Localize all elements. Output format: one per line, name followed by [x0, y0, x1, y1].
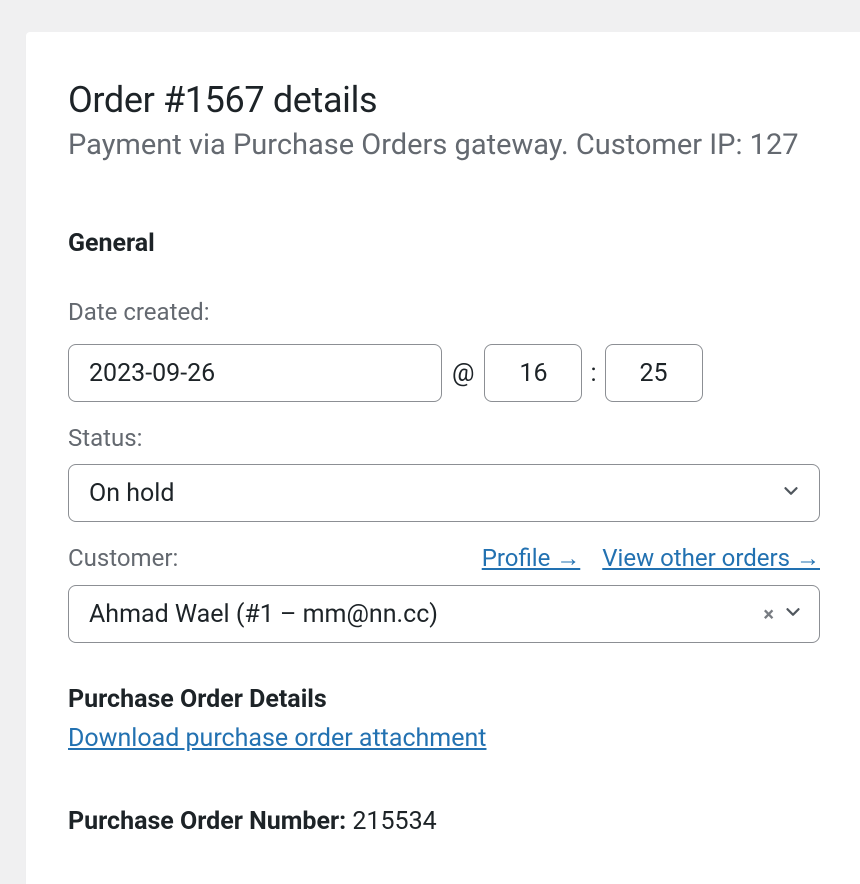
- time-colon: :: [590, 359, 596, 388]
- download-po-attachment-link[interactable]: Download purchase order attachment: [68, 724, 486, 753]
- view-other-orders-link[interactable]: View other orders →: [602, 544, 820, 573]
- customer-header: Customer: Profile → View other orders →: [68, 544, 820, 573]
- order-title: Order #1567 details: [68, 80, 860, 121]
- purchase-order-details-heading: Purchase Order Details: [68, 685, 860, 714]
- at-symbol: @: [452, 359, 474, 388]
- order-subtitle: Payment via Purchase Orders gateway. Cus…: [68, 127, 860, 165]
- minute-input[interactable]: [605, 344, 703, 402]
- customer-select-icons: ×: [763, 601, 804, 627]
- status-label: Status:: [68, 424, 860, 452]
- po-number-row: Purchase Order Number: 215534: [68, 807, 860, 836]
- hour-input[interactable]: [484, 344, 582, 402]
- chevron-down-icon: [782, 601, 804, 627]
- status-select[interactable]: On hold: [68, 464, 820, 522]
- status-selected-value: On hold: [89, 479, 174, 508]
- po-number-value: 215534: [352, 807, 436, 836]
- customer-links: Profile → View other orders →: [482, 544, 820, 573]
- order-details-card: Order #1567 details Payment via Purchase…: [26, 32, 860, 884]
- datetime-row: @ :: [68, 344, 860, 402]
- general-heading: General: [68, 229, 860, 258]
- date-created-label: Date created:: [68, 298, 860, 326]
- clear-customer-icon[interactable]: ×: [763, 602, 774, 626]
- customer-selected-value: Ahmad Wael (#1 – mm@nn.cc): [89, 600, 438, 629]
- status-select-wrapper: On hold: [68, 464, 820, 522]
- profile-link[interactable]: Profile →: [482, 544, 581, 573]
- customer-select-wrapper: Ahmad Wael (#1 – mm@nn.cc) ×: [68, 585, 820, 643]
- customer-label: Customer:: [68, 544, 178, 572]
- customer-select[interactable]: Ahmad Wael (#1 – mm@nn.cc): [68, 585, 820, 643]
- po-number-label: Purchase Order Number:: [68, 807, 346, 836]
- date-created-input[interactable]: [68, 344, 442, 402]
